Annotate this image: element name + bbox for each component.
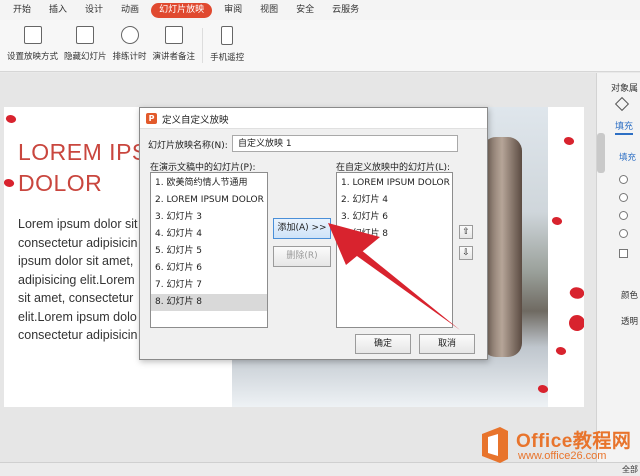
red-arrow-annotation <box>328 223 460 330</box>
rose-petal <box>562 135 576 147</box>
list-item[interactable]: 4. 幻灯片 4 <box>151 226 267 243</box>
rose-petal <box>4 113 18 125</box>
hide-slide-button[interactable]: 隐藏幻灯片 <box>61 20 110 71</box>
rose-petal <box>554 345 568 357</box>
object-properties-panel: 对象属 填充 填充 颜色 透明 <box>596 73 640 476</box>
tool-label: 演讲者备注 <box>152 52 196 62</box>
ribbon-toolbar: 设置放映方式 隐藏幻灯片 排练计时 演讲者备注 手机遥控 <box>0 20 640 72</box>
notes-icon <box>164 26 183 44</box>
app-icon: P <box>146 113 157 124</box>
tool-label: 排练计时 <box>112 52 147 62</box>
stopwatch-icon <box>120 26 139 44</box>
list-item[interactable]: 7. 幻灯片 7 <box>151 277 267 294</box>
arrow-shaft <box>350 245 460 330</box>
slide-title[interactable]: LOREM IPS DOLOR <box>18 137 148 199</box>
slide-body-line: elit.Lorem ipsum dolo <box>18 309 137 324</box>
slide-title-line1: LOREM IPS <box>18 139 148 165</box>
phone-icon <box>221 26 234 45</box>
rose-petal <box>567 284 584 302</box>
setup-show-button[interactable]: 设置放映方式 <box>4 20 61 71</box>
tab-start[interactable]: 开始 <box>4 0 40 20</box>
fill-radio[interactable] <box>619 229 628 238</box>
list-item[interactable]: 5. 幻灯片 5 <box>151 243 267 260</box>
tab-slideshow[interactable]: 幻灯片放映 <box>151 2 213 18</box>
fill-radio[interactable] <box>619 211 628 220</box>
tool-label: 设置放映方式 <box>7 52 59 62</box>
tool-label: 隐藏幻灯片 <box>64 52 107 62</box>
slide-title-line2: DOLOR <box>18 170 103 196</box>
tab-view[interactable]: 视图 <box>251 0 287 20</box>
tab-cloud[interactable]: 云服务 <box>323 0 368 20</box>
ribbon-tab-bar: 开始 插入 设计 动画 幻灯片放映 审阅 视图 安全 云服务 <box>0 0 640 20</box>
slide-body-line: Lorem ipsum dolor sit <box>18 217 138 231</box>
tab-security[interactable]: 安全 <box>287 0 323 20</box>
slide-body[interactable]: Lorem ipsum dolor sit consectetur adipis… <box>18 215 148 345</box>
speaker-notes-button[interactable]: 演讲者备注 <box>150 20 199 71</box>
slide-body-line: consectetur adipisicin <box>18 235 138 250</box>
list-item[interactable]: 1. 欧美简约情人节通用 <box>151 175 267 192</box>
watermark-url: www.office26.com <box>518 450 607 462</box>
fill-radio[interactable] <box>619 193 628 202</box>
slideshow-settings-icon <box>23 26 42 44</box>
list-item[interactable]: 2. LOREM IPSUM DOLOR <box>151 192 267 209</box>
available-slides-list[interactable]: 1. 欧美简约情人节通用 2. LOREM IPSUM DOLOR 3. 幻灯片… <box>150 172 268 328</box>
fill-checkbox[interactable] <box>619 249 628 258</box>
tab-fill[interactable]: 填充 <box>615 119 634 135</box>
dialog-title: 定义自定义放映 <box>162 115 229 126</box>
color-label: 颜色 <box>621 291 639 301</box>
rehearse-timings-button[interactable]: 排练计时 <box>110 20 150 71</box>
tab-review[interactable]: 审阅 <box>215 0 251 20</box>
fill-radio[interactable] <box>619 175 628 184</box>
dialog-titlebar[interactable]: P 定义自定义放映 <box>140 108 487 129</box>
tab-insert[interactable]: 插入 <box>40 0 76 20</box>
slide-body-line: ipsum dolor sit amet, <box>18 254 134 268</box>
watermark-title: Office教程网 <box>516 431 632 452</box>
show-name-input[interactable]: 自定义放映 1 <box>232 135 458 152</box>
list-item[interactable]: 6. 幻灯片 6 <box>151 260 267 277</box>
tab-design[interactable]: 设计 <box>76 0 112 20</box>
list-item[interactable]: 3. 幻灯片 3 <box>151 209 267 226</box>
panel-title: 对象属 <box>611 84 639 94</box>
slide-body-line: consectetur adipisicin <box>18 328 138 342</box>
tree-trunk <box>482 137 522 357</box>
office-logo-icon <box>482 427 508 463</box>
tool-label: 手机遥控 <box>210 53 245 63</box>
arrow-head <box>328 223 380 265</box>
transparency-label: 透明 <box>621 317 639 327</box>
rose-petal <box>550 215 564 227</box>
slide-body-line: sit amet, consectetur <box>18 291 134 305</box>
list-item-selected[interactable]: 8. 幻灯片 8 <box>151 294 267 311</box>
rose-petal <box>566 312 584 334</box>
fill-section-header[interactable]: 填充 <box>619 151 636 163</box>
show-name-label: 幻灯片放映名称(N): <box>148 141 228 151</box>
list-item[interactable]: 1. LOREM IPSUM DOLOR <box>337 175 452 192</box>
phone-remote-button[interactable]: 手机遥控 <box>207 20 247 71</box>
fill-bucket-icon <box>614 96 630 112</box>
toolbar-divider <box>202 28 204 63</box>
vertical-scrollbar[interactable] <box>597 133 605 173</box>
hide-slide-icon <box>76 26 95 44</box>
watermark: Office教程网 www.office26.com <box>478 426 638 468</box>
tab-animation[interactable]: 动画 <box>112 0 148 20</box>
rose-petal <box>4 177 16 189</box>
slide-body-line: adipisicing elit.Lorem <box>18 272 135 287</box>
